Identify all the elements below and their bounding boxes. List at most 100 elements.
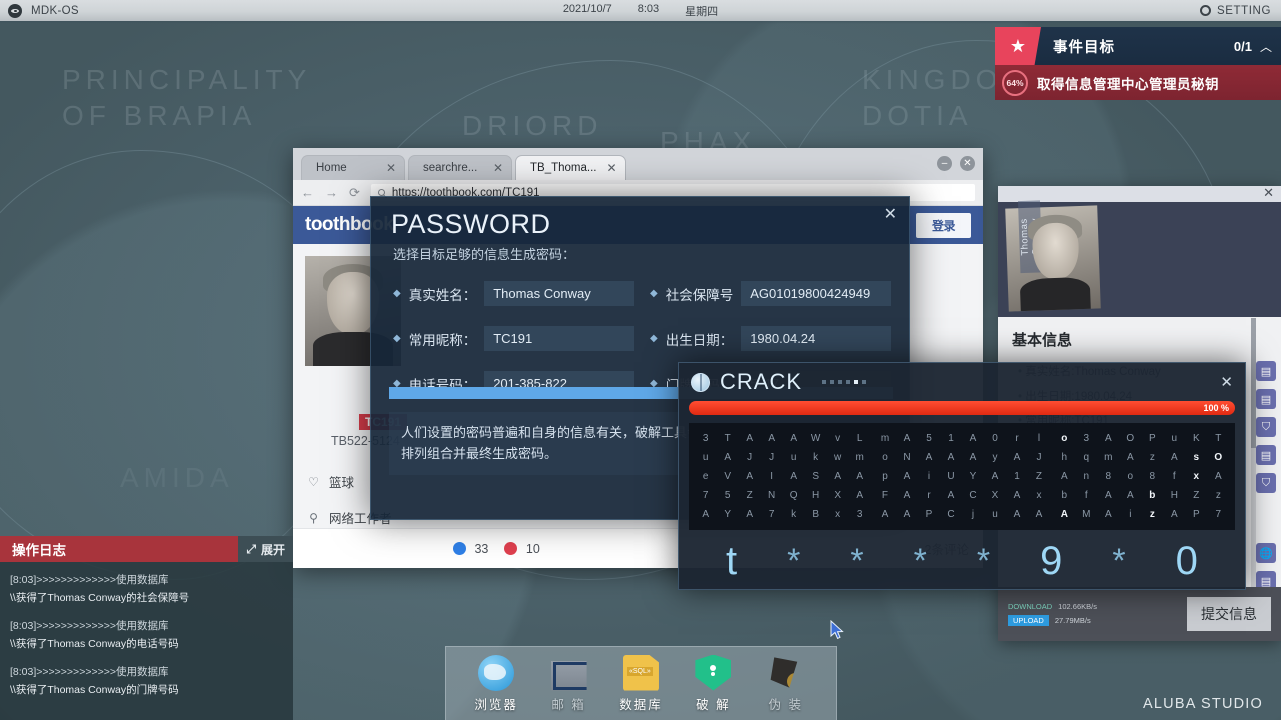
crack-grid-cell: A <box>1053 505 1075 524</box>
crack-grid-cell: A <box>874 505 896 524</box>
dock-item-mail[interactable]: 邮 箱 <box>535 655 603 713</box>
browser-tab-searchre[interactable]: searchre... ✕ <box>408 155 512 180</box>
log-entry-timestamp: [8:03]>>>>>>>>>>>>>使用数据库 <box>10 617 283 635</box>
crack-grid-cell: k <box>783 505 805 524</box>
crack-grid-cell: A <box>1006 505 1028 524</box>
likes-group[interactable]: 33 <box>453 542 488 556</box>
login-button[interactable]: 登录 <box>916 213 971 238</box>
password-field-realname[interactable]: ◆ 真实姓名： Thomas Conway <box>393 281 634 306</box>
crack-grid-cell: u <box>984 505 1006 524</box>
crack-grid-cell: F <box>874 486 896 505</box>
close-icon[interactable]: ✕ <box>960 156 975 171</box>
browser-tab-home[interactable]: Home ✕ <box>301 155 405 180</box>
password-field-birthdate[interactable]: ◆ 出生日期： 1980.04.24 <box>650 326 891 351</box>
close-icon[interactable]: ✕ <box>1220 373 1233 391</box>
crack-grid-cell: b <box>1141 486 1163 505</box>
crack-grid-cell: v <box>827 429 849 448</box>
mission-counter: 0/1 <box>1234 39 1252 54</box>
close-icon[interactable]: ✕ <box>1263 185 1274 201</box>
crack-grid-cell: X <box>827 486 849 505</box>
close-icon[interactable]: ✕ <box>386 161 396 175</box>
crack-grid-group-col2: AAPCjuAA <box>874 505 1050 524</box>
crack-grid-cell: J <box>1028 448 1050 467</box>
crack-grid-cell: A <box>918 448 940 467</box>
crack-grid-cell: T <box>1207 429 1229 448</box>
crack-grid-cell: A <box>1028 505 1050 524</box>
log-entry-result: \\获得了Thomas Conway的社会保障号 <box>10 589 283 607</box>
chevron-up-icon[interactable]: ︿ <box>1260 38 1272 55</box>
field-label: 出生日期： <box>666 329 734 349</box>
globe-icon[interactable]: 🌐 <box>1256 543 1276 563</box>
minimize-icon[interactable]: – <box>937 156 952 171</box>
reload-icon[interactable]: ⟳ <box>349 185 360 201</box>
crack-grid-cell: A <box>783 429 805 448</box>
arrow-right-icon[interactable]: → <box>325 185 338 200</box>
hearts-group[interactable]: 10 <box>504 542 539 556</box>
system-time: 8:03 <box>638 3 659 19</box>
crack-grid-cell: e <box>695 467 717 486</box>
crack-grid-cell: x <box>1028 486 1050 505</box>
crack-grid-group-col3: An8o8fxA <box>1053 467 1229 486</box>
crack-grid-cell: A <box>827 467 849 486</box>
crack-window: CRACK ✕ 100 % 3TAAAWvLmA51A0rlo3AOPuKTuA… <box>678 362 1246 590</box>
application-dock: 浏览器 邮 箱 数据库 破 解 伪 装 <box>445 646 837 720</box>
crack-grid-cell: A <box>739 467 761 486</box>
crack-grid-cell: j <box>962 505 984 524</box>
crack-grid-row: uAJJukwmoNAAAyAJhqmAzAsO <box>693 448 1231 467</box>
crack-grid-cell: A <box>849 486 871 505</box>
crack-progress-label: 100 % <box>1203 403 1235 413</box>
submit-info-button[interactable]: 提交信息 <box>1187 597 1271 631</box>
shield-icon[interactable]: ⛉ <box>1256 473 1276 493</box>
document-icon[interactable]: ▤ <box>1256 361 1276 381</box>
network-speeds: DOWNLOAD102.66KB/s UPLOAD27.79MB/s <box>1008 600 1097 629</box>
operation-log-body[interactable]: [8:03]>>>>>>>>>>>>>使用数据库 \\获得了Thomas Con… <box>0 562 293 717</box>
close-icon[interactable]: ✕ <box>493 161 503 175</box>
dock-item-browser[interactable]: 浏览器 <box>462 655 530 713</box>
mission-header[interactable]: ★ 事件目标 0/1 ︿ <box>995 27 1281 65</box>
crack-grid-cell: q <box>1075 448 1097 467</box>
close-icon[interactable]: ✕ <box>884 204 897 224</box>
log-entry-timestamp: [8:03]>>>>>>>>>>>>>使用数据库 <box>10 663 283 681</box>
briefcase-icon: ⚲ <box>307 511 320 525</box>
crack-grid-cell: N <box>761 486 783 505</box>
crack-grid-group-col2: mA51A0rl <box>874 429 1050 448</box>
crack-grid-cell: P <box>1185 505 1207 524</box>
crack-grid-cell: A <box>940 486 962 505</box>
password-field-ssn[interactable]: ◆ 社会保障号 AG01019800424949 <box>650 281 891 306</box>
arrow-left-icon[interactable]: ← <box>301 185 314 200</box>
crack-grid-cell: Q <box>783 486 805 505</box>
dock-item-label: 邮 箱 <box>535 694 603 713</box>
dock-item-disguise[interactable]: 伪 装 <box>752 655 820 713</box>
crack-grid-cell: C <box>962 486 984 505</box>
crack-grid-group-col1: 3TAAAWvL <box>695 429 871 448</box>
crack-grid-cell: A <box>896 505 918 524</box>
crack-grid-cell: i <box>1119 505 1141 524</box>
system-bar-shadow <box>0 21 1281 24</box>
dock-item-database[interactable]: 数据库 <box>607 655 675 713</box>
crack-grid-group-col3: AMAizAP7 <box>1053 505 1229 524</box>
globe-icon <box>691 373 710 392</box>
network-status-bar: DOWNLOAD102.66KB/s UPLOAD27.79MB/s 提交信息 <box>998 587 1281 641</box>
shield-icon[interactable]: ⛉ <box>1256 417 1276 437</box>
crack-grid-cell: o <box>1119 467 1141 486</box>
browser-tab-tb-thomas[interactable]: TB_Thoma... ✕ <box>515 155 626 180</box>
crack-grid-group-col3: hqmAzAsO <box>1053 448 1229 467</box>
mission-progress-badge: 64% <box>1002 70 1028 96</box>
crack-grid-group-col1: AYA7kBx3 <box>695 505 871 524</box>
mission-objective-row[interactable]: 64% 取得信息管理中心管理员秘钥 <box>995 65 1281 100</box>
document-icon[interactable]: ▤ <box>1256 445 1276 465</box>
person-photo-card: Thomas Conway <box>1005 205 1101 311</box>
dock-item-crack[interactable]: 破 解 <box>679 655 747 713</box>
download-speed: 102.66KB/s <box>1058 602 1097 611</box>
crack-grid-cell: A <box>761 429 783 448</box>
system-date: 2021/10/7 <box>563 3 612 19</box>
crack-grid-group-col1: 75ZNQHXA <box>695 486 871 505</box>
crack-grid-cell: A <box>1006 448 1028 467</box>
document-icon[interactable]: ▤ <box>1256 389 1276 409</box>
crack-grid-cell: A <box>962 429 984 448</box>
star-icon: ★ <box>995 27 1041 65</box>
password-field-nickname[interactable]: ◆ 常用昵称： TC191 <box>393 326 634 351</box>
crack-grid-cell: r <box>1006 429 1028 448</box>
operation-log-expand-button[interactable]: ⤢ 展开 <box>238 536 293 562</box>
close-icon[interactable]: ✕ <box>606 161 616 175</box>
